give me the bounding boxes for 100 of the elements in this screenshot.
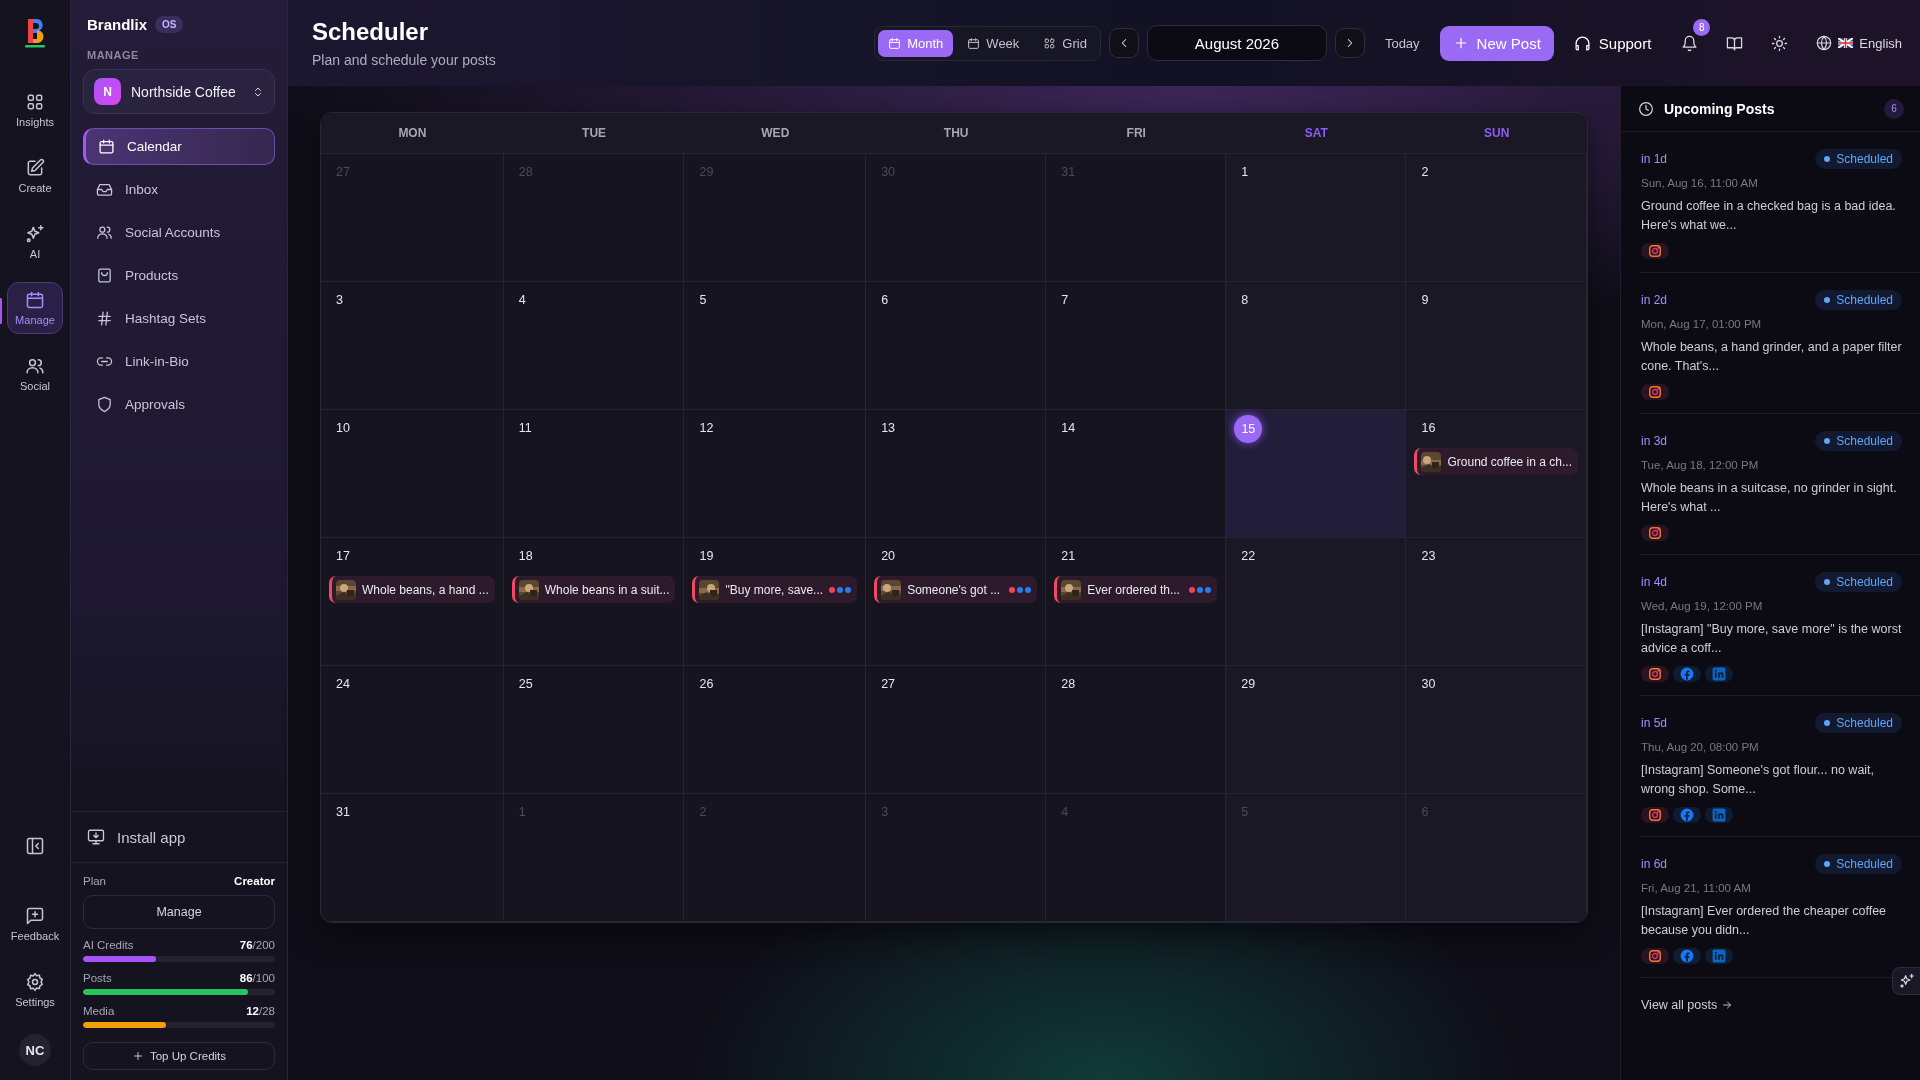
new-post-button[interactable]: New Post [1439,25,1554,61]
sidebar-nav-item[interactable]: Calendar [83,128,275,165]
day-cell[interactable]: 30 [1406,666,1587,794]
user-avatar[interactable]: NC [19,1034,51,1066]
inbox-icon [96,181,113,198]
day-number: 31 [335,806,351,821]
day-cell[interactable]: 3 [321,282,504,410]
usage-reading: 12/28 [246,1005,275,1017]
day-cell[interactable]: 4 [503,282,685,410]
instagram-icon [1641,948,1669,964]
day-cell[interactable]: 1 [1226,154,1407,282]
facebook-icon [1673,666,1701,682]
post-chip[interactable]: Whole beans in a suit... [511,576,676,603]
day-cell[interactable]: 16 Ground coffee in a ch... [1406,410,1587,538]
day-cell[interactable]: 2 [1406,154,1587,282]
day-cell[interactable]: 13 [866,410,1047,538]
day-number: 20 [880,550,897,565]
language-selector[interactable]: English [1806,35,1902,51]
install-app-button[interactable]: Install app [71,811,287,863]
post-preview: Whole beans in a suitcase, no grinder in sight. Here's what ... [1641,480,1898,516]
day-cell[interactable]: 19 "Buy more, save... [684,538,867,666]
day-number: 1 [1240,166,1250,181]
post-preview: [Instagram] "Buy more, save more" is the worst advice a coff... [1641,621,1902,657]
support-button[interactable]: Support [1561,34,1664,52]
day-number: 22 [1240,550,1257,565]
shield-icon [96,396,113,413]
day-number: 19 [698,550,715,565]
post-chip[interactable]: Ground coffee in a ch... [1414,448,1578,475]
manage-plan-button[interactable]: Manage [83,895,275,929]
rail-nav-item[interactable]: Settings [7,964,63,1016]
sidebar-nav-item[interactable]: Products [83,257,275,294]
sidebar-nav-item[interactable]: Approvals [83,386,275,423]
sidebar-nav-item[interactable]: Inbox [83,171,275,208]
day-cell[interactable]: 11 [503,410,685,538]
day-cell[interactable]: 15 [1226,410,1407,538]
post-preview: Ground coffee in a checked bag is a bad idea. Here's what we... [1641,198,1897,234]
rail-nav-item[interactable]: AI [7,216,63,268]
day-cell[interactable]: 10 [321,410,504,538]
day-cell[interactable]: 20 Someone's got ... [866,538,1047,666]
clock-icon [1638,100,1654,117]
day-cell[interactable]: 29 [1226,666,1407,794]
day-cell[interactable]: 21 Ever ordered th... [1046,538,1227,666]
globe-icon [1816,35,1833,51]
headphones-icon [1573,34,1591,52]
workspace-switcher[interactable]: N Northside Coffee [83,69,275,114]
day-cell[interactable]: 8 [1226,282,1407,410]
day-cell[interactable]: 9 [1406,282,1587,410]
rail-nav-item[interactable]: Manage [7,282,63,334]
page-title: Scheduler [312,18,430,46]
status-badge: Scheduled [1815,572,1902,592]
rail-nav-item[interactable]: Feedback [7,898,63,950]
today-button[interactable]: Today [1372,35,1432,51]
users-icon [25,356,45,376]
status-badge: Scheduled [1815,854,1902,874]
post-count-badge: 6 [1884,98,1904,119]
day-cell[interactable]: 31 [321,794,504,922]
brand-badge: OS [155,16,184,33]
day-number: 21 [1060,550,1077,565]
linkedin-icon [1705,807,1733,823]
view-tab[interactable]: Month [878,29,954,57]
notification-count: 8 [1693,18,1711,36]
day-cell[interactable]: 25 [503,666,685,794]
day-cell[interactable]: 17 Whole beans, a hand ... [321,538,504,666]
sidebar-nav-item[interactable]: Social Accounts [83,214,275,251]
sidebar-nav-item[interactable]: Link-in-Bio [83,343,275,380]
day-number: 4 [517,294,527,309]
rail-nav-item[interactable]: Insights [7,84,63,136]
weekday-heading: WED [684,113,867,154]
day-number: 25 [517,678,534,693]
day-cell[interactable]: 5 [684,282,867,410]
day-cell[interactable]: 18 Whole beans in a suit... [503,538,685,666]
day-cell[interactable]: 23 [1406,538,1587,666]
view-tab[interactable]: Week [957,29,1030,57]
post-chip[interactable]: Ever ordered th... [1054,576,1218,603]
top-up-button[interactable]: Top Up Credits [83,1042,275,1070]
day-cell[interactable]: 26 [684,666,867,794]
ai-assistant-button[interactable] [1892,967,1920,995]
post-chip[interactable]: "Buy more, save... [692,576,858,603]
day-number: 11 [517,422,533,437]
view-all-link[interactable]: View all posts [1641,998,1734,1012]
post-chip[interactable]: Whole beans, a hand ... [329,576,495,603]
day-cell[interactable]: 6 [866,282,1047,410]
post-date: Fri, Aug 21, 11:00 AM [1641,882,1752,894]
day-number: 2 [1420,166,1430,181]
post-chip[interactable]: Someone's got ... [874,576,1038,603]
view-tab[interactable]: Grid [1033,29,1097,57]
weekday-heading: TUE [503,113,685,154]
day-cell[interactable]: 12 [684,410,867,538]
day-cell[interactable]: 24 [321,666,504,794]
instagram-icon [1641,384,1669,400]
rail-nav-item[interactable]: Create [7,150,63,202]
brand-name: Brandlix [87,16,147,33]
facebook-icon [1673,807,1701,823]
day-cell[interactable]: 22 [1226,538,1407,666]
usage-label: Media [83,1005,115,1017]
day-number: 6 [880,294,890,309]
day-cell[interactable]: 27 [866,666,1047,794]
sidebar-nav-item[interactable]: Hashtag Sets [83,300,275,337]
rail-nav-item[interactable]: Social [7,348,63,400]
plan-name: Creator [234,875,275,887]
